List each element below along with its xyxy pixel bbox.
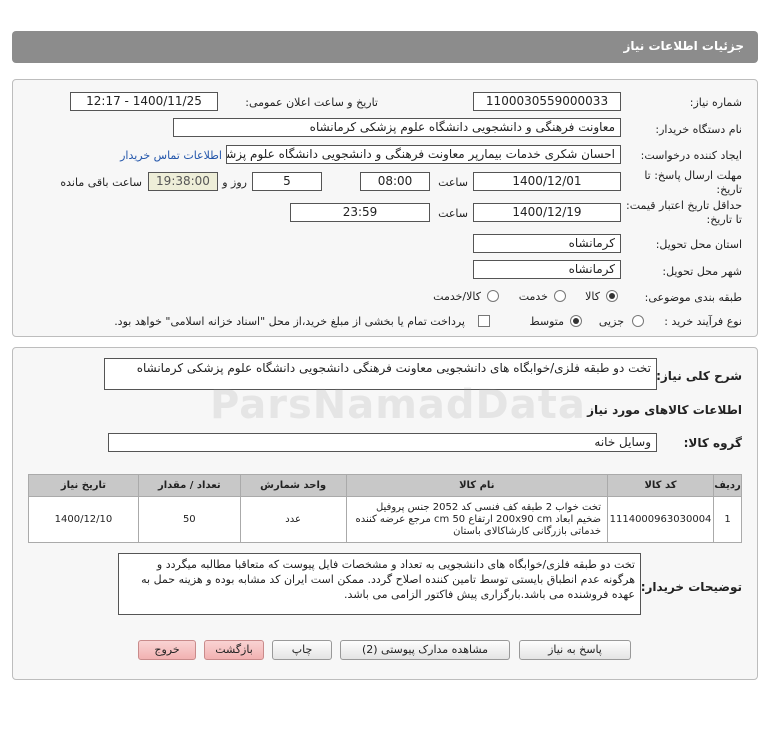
validity-time-field: 23:59 [290,203,430,222]
buyer-org-label: نام دستگاه خریدار: [655,123,742,136]
category-service-radio[interactable] [554,290,566,302]
goods-section-title: اطلاعات کالاهای مورد نیاز [587,403,742,417]
buyer-notes-field: تخت دو طبقه فلزی/خوابگاه های دانشجویی به… [118,553,641,615]
back-button[interactable]: بازگشت [204,640,264,660]
purchase-minor-radio[interactable] [632,315,644,327]
category-goods-radio[interactable] [606,290,618,302]
remaining-time-field: 19:38:00 [148,172,218,191]
buyer-contact-link[interactable]: اطلاعات تماس خریدار [120,149,222,162]
buyer-org-field: معاونت فرهنگی و دانشجویی دانشگاه علوم پز… [173,118,621,137]
need-number-label: شماره نیاز: [689,96,742,109]
deadline-time-field: 08:00 [360,172,430,191]
category-service-label: خدمت [518,290,548,303]
deadline-label: مهلت ارسال پاسخ: تا تاریخ: [644,169,742,196]
need-number-field: 1100030559000033 [473,92,621,111]
table-row: 1 1114000963030004 تخت خواب 2 طبقه کف فن… [28,496,742,543]
category-goods-label: کالا [585,290,600,303]
col-qty: تعداد / مقدار [137,474,241,497]
row-qty: 50 [137,496,241,543]
purchase-medium-label: متوسط [529,315,564,328]
watermark-text: ParsNamadData [210,382,586,428]
remaining-days-field: 5 [252,172,322,191]
buyer-notes-label: توضیحات خریدار: [640,580,742,594]
category-label: طبقه بندی موضوعی: [644,291,742,304]
row-date: 1400/12/10 [28,496,139,543]
announce-label: تاریخ و ساعت اعلان عمومی: [245,96,378,109]
reply-button[interactable]: پاسخ به نیاز [519,640,631,660]
province-field: کرمانشاه [473,234,621,253]
remaining-label: ساعت باقی مانده [60,176,142,189]
goods-table-header: ردیف کد کالا نام کالا واحد شمارش تعداد /… [28,474,742,497]
summary-label: شرح کلی نیاز: [656,369,742,383]
category-both-radio[interactable] [487,290,499,302]
creator-field: احسان شکری خدمات بیمارپر معاونت فرهنگی و… [226,145,621,164]
col-index: ردیف [713,474,742,497]
province-label: استان محل تحویل: [655,238,742,251]
row-index: 1 [713,496,742,543]
col-unit: واحد شمارش [239,474,347,497]
print-button[interactable]: چاپ [272,640,332,660]
row-code: 1114000963030004 [607,496,715,543]
deadline-date-field: 1400/12/01 [473,172,621,191]
deadline-time-label: ساعت [438,176,468,189]
exit-button[interactable]: خروج [138,640,196,660]
validity-time-label: ساعت [438,207,468,220]
page-title: جزئیات اطلاعات نیاز [623,39,744,53]
treasury-payment-checkbox[interactable] [478,315,490,327]
validity-date-field: 1400/12/19 [473,203,621,222]
creator-label: ایجاد کننده درخواست: [640,149,742,162]
goods-group-field: وسایل خانه [108,433,657,452]
purchase-type-label: نوع فرآیند خرید : [664,315,742,328]
page-header: جزئیات اطلاعات نیاز [12,31,758,63]
col-code: کد کالا [607,474,715,497]
days-label: روز و [222,176,247,189]
validity-label: حداقل تاریخ اعتبار قیمت: تا تاریخ: [626,199,742,226]
row-unit: عدد [239,496,347,543]
treasury-payment-note: پرداخت تمام یا بخشی از مبلغ خرید،از محل … [114,315,465,328]
city-field: کرمانشاه [473,260,621,279]
goods-group-label: گروه کالا: [683,436,742,450]
purchase-medium-radio[interactable] [570,315,582,327]
row-name: تخت خواب 2 طبقه کف فنسی کد 2052 جنس پروف… [345,496,609,543]
col-date: تاریخ نیاز [28,474,139,497]
col-name: نام کالا [345,474,609,497]
category-both-label: کالا/خدمت [433,290,481,303]
goods-table: ردیف کد کالا نام کالا واحد شمارش تعداد /… [28,474,742,543]
purchase-minor-label: جزیی [598,315,624,328]
announce-datetime-field: 1400/11/25 - 12:17 [70,92,218,111]
attachments-button[interactable]: مشاهده مدارک پیوستی (2) [340,640,510,660]
city-label: شهر محل تحویل: [662,265,742,278]
